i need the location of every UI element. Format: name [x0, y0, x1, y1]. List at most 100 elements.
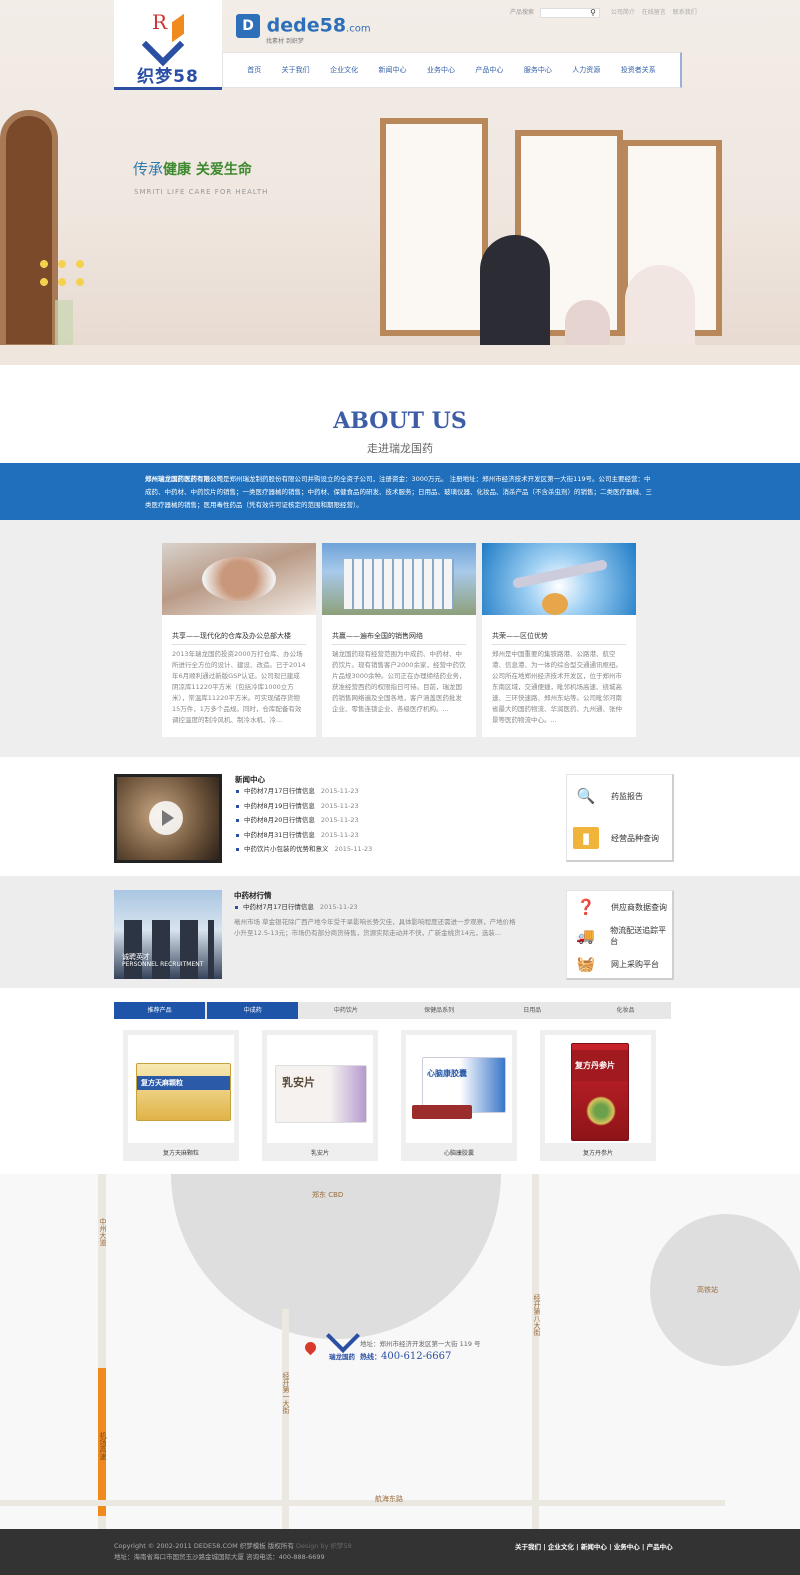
card-title: 共荣——区位优势: [492, 631, 626, 645]
search-label: 产品搜索: [510, 9, 535, 16]
top-link-contact[interactable]: 联系我们: [673, 9, 697, 16]
product-name: 乳安片: [310, 1150, 329, 1157]
brand-d-icon: D: [236, 14, 260, 38]
top-link-about[interactable]: 公司简介: [611, 9, 635, 16]
map-pin-icon: [302, 1339, 319, 1356]
logo[interactable]: R 织梦58: [114, 0, 222, 90]
nav-item-culture[interactable]: 企业文化: [330, 65, 358, 75]
nav-item-products[interactable]: 产品中心: [475, 65, 503, 75]
map-address: 地址：郑州市经济开发区第一大街 119 号: [360, 1340, 481, 1348]
video-player[interactable]: [114, 774, 222, 863]
product-image: 心脑康胶囊: [406, 1035, 512, 1143]
card-title: 共赢——遍布全国的销售网络: [332, 631, 466, 645]
tab-recommended[interactable]: 推荐产品: [114, 1002, 206, 1019]
nav-item-investor[interactable]: 投资者关系: [621, 65, 656, 75]
card-text: 瑞龙国药现有经营范围为中成药、中药材、中药饮片。现有销售客户2000余家，经营中…: [332, 650, 466, 713]
product-image: 乳安片: [267, 1035, 373, 1143]
list-item[interactable]: 中药材7月17日行情信息 2015-11-23: [235, 784, 535, 799]
herb-description: 亳州市场 草金银花除广西产地今年受干旱影响长势欠佳，具体影响程度还需进一步观察，…: [234, 918, 516, 937]
map-road-label: 机场高速: [99, 1432, 107, 1460]
side-panel-platforms: ❓ 供应商数据查询 🚚 物流配送追踪平台 🧺 网上采购平台: [566, 890, 674, 980]
about-subtitle: 走进瑞龙国药: [367, 442, 433, 455]
list-item[interactable]: 中药材8月19日行情信息 2015-11-23: [235, 799, 535, 814]
card-text: 2013年瑞龙国药投资2000万打仓库、办公场所进行全方位的设计、建设、改造。已…: [172, 650, 306, 724]
footer-links: 关于我们 | 企业文化 | 新闻中心 | 业务中心 | 产品中心: [515, 1543, 673, 1551]
magnifier-icon: 🔍: [576, 787, 596, 805]
recruit-banner[interactable]: 诚聘英才 PERSONNEL RECRUITMENT: [114, 890, 222, 979]
product-ruan[interactable]: 乳安片 乳安片: [262, 1030, 378, 1161]
nav-item-business[interactable]: 业务中心: [427, 65, 455, 75]
tab-daily-goods[interactable]: 日用品: [487, 1002, 578, 1019]
product-xinnaokang[interactable]: 心脑康胶囊 心脑康胶囊: [401, 1030, 517, 1161]
footer-copyright: Copyright © 2002-2011 DEDE58.COM 织梦模板 版权…: [114, 1542, 352, 1561]
list-item[interactable]: 中药材8月20日行情信息 2015-11-23: [235, 813, 535, 828]
about-title: ABOUT US: [333, 408, 467, 434]
main-nav: 首页 关于我们 企业文化 新闻中心 业务中心 产品中心 服务中心 人力资源 投资…: [222, 52, 682, 88]
card-network[interactable]: 共赢——遍布全国的销售网络 瑞龙国药现有经营范围为中成药、中药材、中药饮片。现有…: [322, 543, 476, 737]
product-tianma[interactable]: 复方天麻颗粒 复方天麻颗粒: [123, 1030, 239, 1161]
hero-slogan: 传承健康 关爱生命: [133, 158, 252, 179]
about-company: 郑州瑞龙国药医药有限公司: [145, 475, 223, 483]
card-photo-plane: [482, 543, 636, 615]
hero-slogan-en: SMRITI LIFE CARE FOR HEALTH: [134, 188, 269, 196]
logo-accent-icon: [172, 13, 184, 43]
hero-window-left: [380, 118, 488, 336]
map-road-label: 经开第一大街: [282, 1372, 290, 1414]
footer-link-news[interactable]: 新闻中心: [581, 1543, 607, 1551]
nav-item-home[interactable]: 首页: [247, 65, 261, 75]
map-road-label: 经开第八大街: [533, 1294, 541, 1336]
list-item[interactable]: 中药材8月31日行情信息 2015-11-23: [235, 828, 535, 843]
card-text: 郑州是中国重要的集铁路港、公路港、航空港、信息港、为一体的综合型交通通讯枢纽。公…: [492, 650, 622, 724]
side-item-logistics[interactable]: 🚚 物流配送追踪平台: [573, 925, 672, 947]
side-item-variety-query[interactable]: ▮ 经营品种查询: [573, 827, 659, 849]
search-input[interactable]: ⚲: [539, 7, 600, 18]
list-item[interactable]: 中药饮片小包装的优势和意义 2015-11-23: [235, 842, 535, 857]
about-intro: 郑州瑞龙国药医药有限公司是郑州瑞龙制药股份有限公司并购设立的全资子公司，注册资金…: [0, 463, 800, 520]
nav-item-news[interactable]: 新闻中心: [379, 65, 407, 75]
hero-table: [0, 345, 800, 365]
footer-link-business[interactable]: 业务中心: [614, 1543, 640, 1551]
tab-patent-medicine[interactable]: 中成药: [207, 1002, 299, 1019]
product-name: 心脑康胶囊: [443, 1150, 474, 1157]
logo-text: 织梦58: [137, 67, 199, 87]
nav-item-about[interactable]: 关于我们: [282, 65, 310, 75]
side-item-drug-report[interactable]: 🔍 药监报告: [573, 785, 643, 807]
herb-list: 中药材7月17日行情信息 2015-11-23: [234, 900, 534, 915]
truck-icon: 🚚: [576, 927, 595, 945]
play-icon[interactable]: [149, 801, 183, 835]
list-item[interactable]: 中药材7月17日行情信息 2015-11-23: [234, 900, 534, 915]
side-panel-reports: 🔍 药监报告 ▮ 经营品种查询: [566, 774, 674, 862]
top-link-message[interactable]: 在线留言: [642, 9, 666, 16]
product-image: 复方天麻颗粒: [128, 1035, 234, 1143]
question-icon: ❓: [576, 898, 596, 916]
nav-item-hr[interactable]: 人力资源: [572, 65, 600, 75]
top-links: 产品搜索 ⚲ 公司简介 在线留言 联系我们: [510, 7, 697, 18]
side-item-supplier-query[interactable]: ❓ 供应商数据查询: [573, 896, 667, 918]
product-image: 复方丹参片: [545, 1035, 651, 1143]
product-danshen[interactable]: 复方丹参片 复方丹参片: [540, 1030, 656, 1161]
news-list: 中药材7月17日行情信息 2015-11-23 中药材8月19日行情信息 2015-…: [235, 784, 535, 857]
footer-link-products[interactable]: 产品中心: [647, 1543, 673, 1551]
side-item-purchase[interactable]: 🧺 网上采购平台: [573, 953, 659, 975]
tab-cosmetics[interactable]: 化妆品: [580, 1002, 671, 1019]
map-road: [282, 1309, 289, 1530]
brand-logo[interactable]: D dede58.com 找素材 到织梦: [236, 14, 371, 45]
hero-slogan-cursive: 传承: [133, 160, 164, 178]
footer-link-culture[interactable]: 企业文化: [548, 1543, 574, 1551]
tab-herbal-pieces[interactable]: 中药饮片: [300, 1002, 391, 1019]
location-map[interactable]: 郑东 CBD 高铁站 中州大道 机场高速 经开第一大街 经开第八大街 航海东路 …: [0, 1174, 800, 1530]
footer-link-about[interactable]: 关于我们: [515, 1543, 541, 1551]
search-icon[interactable]: ⚲: [590, 8, 596, 17]
nav-item-service[interactable]: 服务中心: [524, 65, 552, 75]
map-road: [0, 1500, 725, 1506]
product-name: 复方丹参片: [582, 1150, 613, 1157]
tab-health-products[interactable]: 保健品系列: [394, 1002, 485, 1019]
map-company-name: 瑞龙国药: [329, 1353, 355, 1361]
recruit-people: [124, 920, 214, 979]
brand-slogan: 找素材 到织梦: [266, 38, 304, 45]
hero-banner: R 织梦58 D dede58.com 找素材 到织梦 产品搜索 ⚲ 公司简介 …: [0, 0, 800, 365]
card-location[interactable]: 共荣——区位优势 郑州是中国重要的集铁路港、公路港、航空港、信息港、为一体的综合…: [482, 543, 636, 737]
map-road-label: 航海东路: [375, 1495, 403, 1503]
card-photo-building: [322, 543, 476, 615]
card-warehouse[interactable]: 共享——现代化的仓库及办公总部大楼 2013年瑞龙国药投资2000万打仓库、办公…: [162, 543, 316, 737]
